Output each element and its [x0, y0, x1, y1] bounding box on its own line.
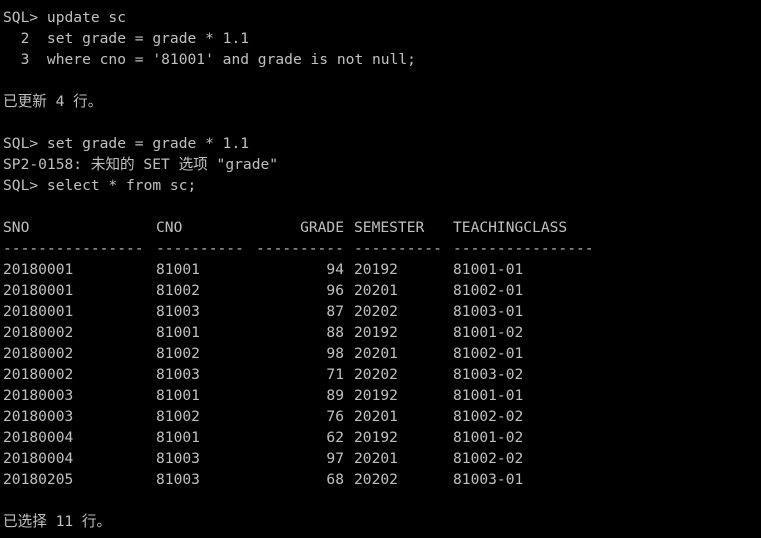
- cell-cno: 81001: [156, 261, 200, 278]
- cell-cno: 81002: [156, 282, 200, 299]
- cell-sno: 20180001: [3, 261, 74, 278]
- cell-sno: 20180002: [3, 324, 74, 341]
- cell-sno: 20180002: [3, 366, 74, 383]
- table-row: 20180004 81001 62 20192 81001-02: [3, 427, 761, 448]
- cell-semester: 20201: [354, 345, 398, 362]
- separator-grade: ----------: [256, 240, 344, 257]
- cell-cno: 81001: [156, 429, 200, 446]
- cell-sno: 20180002: [3, 345, 74, 362]
- table-row: 20180002 81002 98 20201 81002-01: [3, 343, 761, 364]
- cell-teachingclass: 81002-01: [453, 345, 524, 362]
- table-row: 20180001 81003 87 20202 81003-01: [3, 301, 761, 322]
- cell-grade: 76: [326, 408, 344, 425]
- table-row: 20180002 81001 88 20192 81001-02: [3, 322, 761, 343]
- cell-sno: 20180001: [3, 303, 74, 320]
- cell-semester: 20192: [354, 261, 398, 278]
- continuation-line: 3 where cno = '81001' and grade is not n…: [3, 51, 416, 68]
- cell-cno: 81003: [156, 450, 200, 467]
- cell-semester: 20201: [354, 408, 398, 425]
- cell-sno: 20180004: [3, 450, 74, 467]
- update-result-message: 已更新 4 行。: [3, 93, 103, 110]
- cell-teachingclass: 81001-01: [453, 261, 524, 278]
- cell-teachingclass: 81002-02: [453, 408, 524, 425]
- column-header-semester: SEMESTER: [354, 219, 425, 236]
- cell-sno: 20180001: [3, 282, 74, 299]
- column-header-cno: CNO: [156, 219, 183, 236]
- cell-semester: 20192: [354, 324, 398, 341]
- cell-grade: 62: [326, 429, 344, 446]
- cell-grade: 94: [326, 261, 344, 278]
- table-separator-row: ---------------- ---------- ---------- -…: [3, 238, 761, 259]
- table-row: 20180001 81002 96 20201 81002-01: [3, 280, 761, 301]
- cell-grade: 96: [326, 282, 344, 299]
- error-message: SP2-0158: 未知的 SET 选项 "grade": [3, 156, 279, 173]
- cell-grade: 88: [326, 324, 344, 341]
- separator-teachingclass: ----------------: [453, 240, 594, 257]
- table-body: 20180001 81001 94 20192 81001-01 20180001 8100…: [3, 259, 761, 490]
- cell-grade: 89: [326, 387, 344, 404]
- cell-cno: 81003: [156, 471, 200, 488]
- cell-sno: 20180003: [3, 387, 74, 404]
- cell-teachingclass: 81002-01: [453, 282, 524, 299]
- table-row: 20180004 81003 97 20201 81002-02: [3, 448, 761, 469]
- cell-teachingclass: 81003-01: [453, 303, 524, 320]
- continuation-line: 2 set grade = grade * 1.1: [3, 30, 250, 47]
- cell-sno: 20180004: [3, 429, 74, 446]
- select-result-message: 已选择 11 行。: [3, 513, 112, 530]
- cell-cno: 81001: [156, 387, 200, 404]
- cell-semester: 20201: [354, 450, 398, 467]
- column-header-grade: GRADE: [300, 219, 344, 236]
- table-row: 20180003 81001 89 20192 81001-01: [3, 385, 761, 406]
- table-row: 20180002 81003 71 20202 81003-02: [3, 364, 761, 385]
- table-row: 20180205 81003 68 20202 81003-01: [3, 469, 761, 490]
- prompt-line: SQL> set grade = grade * 1.1: [3, 135, 250, 152]
- cell-cno: 81003: [156, 366, 200, 383]
- cell-sno: 20180205: [3, 471, 74, 488]
- column-header-sno: SNO: [3, 219, 30, 236]
- cell-semester: 20202: [354, 471, 398, 488]
- cell-semester: 20201: [354, 282, 398, 299]
- cell-cno: 81003: [156, 303, 200, 320]
- cell-semester: 20202: [354, 303, 398, 320]
- cell-grade: 68: [326, 471, 344, 488]
- sqlplus-terminal[interactable]: SQL> update sc 2 set grade = grade * 1.1…: [0, 0, 761, 538]
- cell-teachingclass: 81003-01: [453, 471, 524, 488]
- cell-sno: 20180003: [3, 408, 74, 425]
- cell-teachingclass: 81001-02: [453, 429, 524, 446]
- separator-cno: ----------: [156, 240, 244, 257]
- cell-cno: 81002: [156, 408, 200, 425]
- prompt-line: SQL> select * from sc;: [3, 177, 197, 194]
- separator-semester: ----------: [354, 240, 442, 257]
- cell-grade: 71: [326, 366, 344, 383]
- cell-cno: 81002: [156, 345, 200, 362]
- cell-teachingclass: 81003-02: [453, 366, 524, 383]
- table-header-row: SNO CNO GRADE SEMESTER TEACHINGCLASS: [3, 217, 761, 238]
- cell-semester: 20202: [354, 366, 398, 383]
- cell-grade: 97: [326, 450, 344, 467]
- cell-semester: 20192: [354, 429, 398, 446]
- cell-teachingclass: 81001-02: [453, 324, 524, 341]
- cell-teachingclass: 81002-02: [453, 450, 524, 467]
- cell-cno: 81001: [156, 324, 200, 341]
- cell-semester: 20192: [354, 387, 398, 404]
- cell-grade: 87: [326, 303, 344, 320]
- prompt-line: SQL> update sc: [3, 9, 127, 26]
- table-row: 20180001 81001 94 20192 81001-01: [3, 259, 761, 280]
- cell-teachingclass: 81001-01: [453, 387, 524, 404]
- table-row: 20180003 81002 76 20201 81002-02: [3, 406, 761, 427]
- cell-grade: 98: [326, 345, 344, 362]
- separator-sno: ----------------: [3, 240, 144, 257]
- column-header-teachingclass: TEACHINGCLASS: [453, 219, 568, 236]
